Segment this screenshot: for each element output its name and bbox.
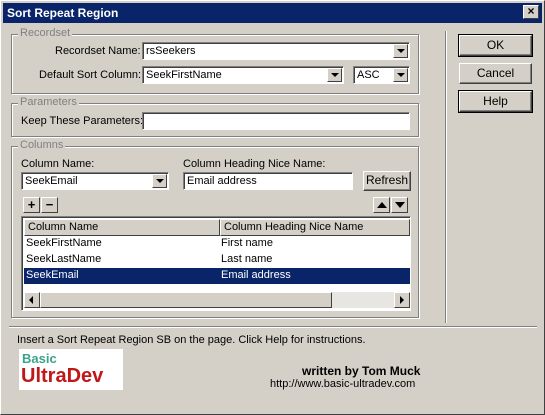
- logo-ultradev-text: UltraDev: [21, 365, 104, 387]
- table-row[interactable]: SeekLastName Last name: [24, 252, 410, 268]
- title-bar[interactable]: Sort Repeat Region ×: [3, 3, 542, 23]
- column-header-heading[interactable]: Column Heading Nice Name: [220, 219, 410, 236]
- sort-repeat-region-dialog: Sort Repeat Region × Recordset Recordset…: [0, 0, 545, 415]
- table-header: Column Name Column Heading Nice Name: [24, 219, 410, 236]
- instructions-text: Insert a Sort Repeat Region SB on the pa…: [17, 334, 366, 346]
- recordset-name-select[interactable]: rsSeekers: [142, 42, 410, 60]
- cancel-button[interactable]: Cancel: [459, 63, 532, 84]
- window-title: Sort Repeat Region: [7, 6, 119, 20]
- table-cell-name: SeekFirstName: [26, 237, 102, 249]
- parameters-legend: Parameters: [18, 96, 79, 108]
- keep-parameters-label: Keep These Parameters:: [21, 115, 144, 127]
- table-cell-heading: Email address: [221, 269, 291, 281]
- refresh-button[interactable]: Refresh: [363, 171, 411, 191]
- basic-ultradev-logo: Basic UltraDev: [19, 349, 123, 390]
- default-sort-column-label: Default Sort Column:: [39, 69, 142, 81]
- table-cell-name: SeekEmail: [26, 269, 79, 281]
- chevron-down-icon[interactable]: [327, 68, 342, 82]
- keep-parameters-input[interactable]: [142, 112, 410, 130]
- logo-basic-text: Basic: [22, 351, 57, 366]
- column-heading-input[interactable]: Email address: [183, 172, 353, 190]
- column-name-label: Column Name:: [21, 158, 95, 170]
- columns-table[interactable]: Column Name Column Heading Nice Name See…: [21, 216, 411, 311]
- chevron-down-icon[interactable]: [152, 174, 167, 188]
- table-cell-heading: Last name: [221, 253, 273, 265]
- recordset-name-label: Recordset Name:: [55, 45, 141, 57]
- recordset-legend: Recordset: [18, 27, 73, 39]
- footer-divider: [9, 326, 537, 328]
- vertical-divider: [445, 31, 447, 323]
- column-name-select[interactable]: SeekEmail: [21, 172, 169, 190]
- column-heading-label: Column Heading Nice Name:: [183, 158, 326, 170]
- sort-order-select[interactable]: ASC: [353, 66, 410, 84]
- table-row-selected[interactable]: SeekEmail Email address: [24, 268, 410, 284]
- horizontal-scrollbar[interactable]: [24, 292, 410, 308]
- close-icon[interactable]: ×: [523, 5, 539, 19]
- remove-column-button[interactable]: −: [41, 197, 58, 213]
- chevron-down-icon[interactable]: [393, 68, 408, 82]
- default-sort-column-value: SeekFirstName: [146, 69, 222, 81]
- column-name-value: SeekEmail: [25, 175, 78, 187]
- table-cell-name: SeekLastName: [26, 253, 102, 265]
- move-up-icon[interactable]: [373, 197, 390, 213]
- author-text: written by Tom Muck: [302, 364, 421, 378]
- scrollbar-thumb[interactable]: [40, 292, 332, 308]
- chevron-down-icon[interactable]: [393, 44, 408, 58]
- table-cell-heading: First name: [221, 237, 273, 249]
- move-down-icon[interactable]: [391, 197, 408, 213]
- column-header-name[interactable]: Column Name: [24, 219, 220, 236]
- help-button[interactable]: Help: [458, 90, 533, 113]
- sort-order-value: ASC: [357, 69, 380, 81]
- default-sort-column-select[interactable]: SeekFirstName: [142, 66, 344, 84]
- recordset-name-value: rsSeekers: [146, 45, 196, 57]
- scroll-left-icon[interactable]: [24, 292, 40, 308]
- website-url: http://www.basic-ultradev.com: [270, 378, 416, 390]
- scroll-right-icon[interactable]: [394, 292, 410, 308]
- ok-button[interactable]: OK: [458, 34, 533, 57]
- table-row[interactable]: SeekFirstName First name: [24, 236, 410, 252]
- add-column-button[interactable]: +: [23, 197, 40, 213]
- columns-legend: Columns: [18, 139, 66, 151]
